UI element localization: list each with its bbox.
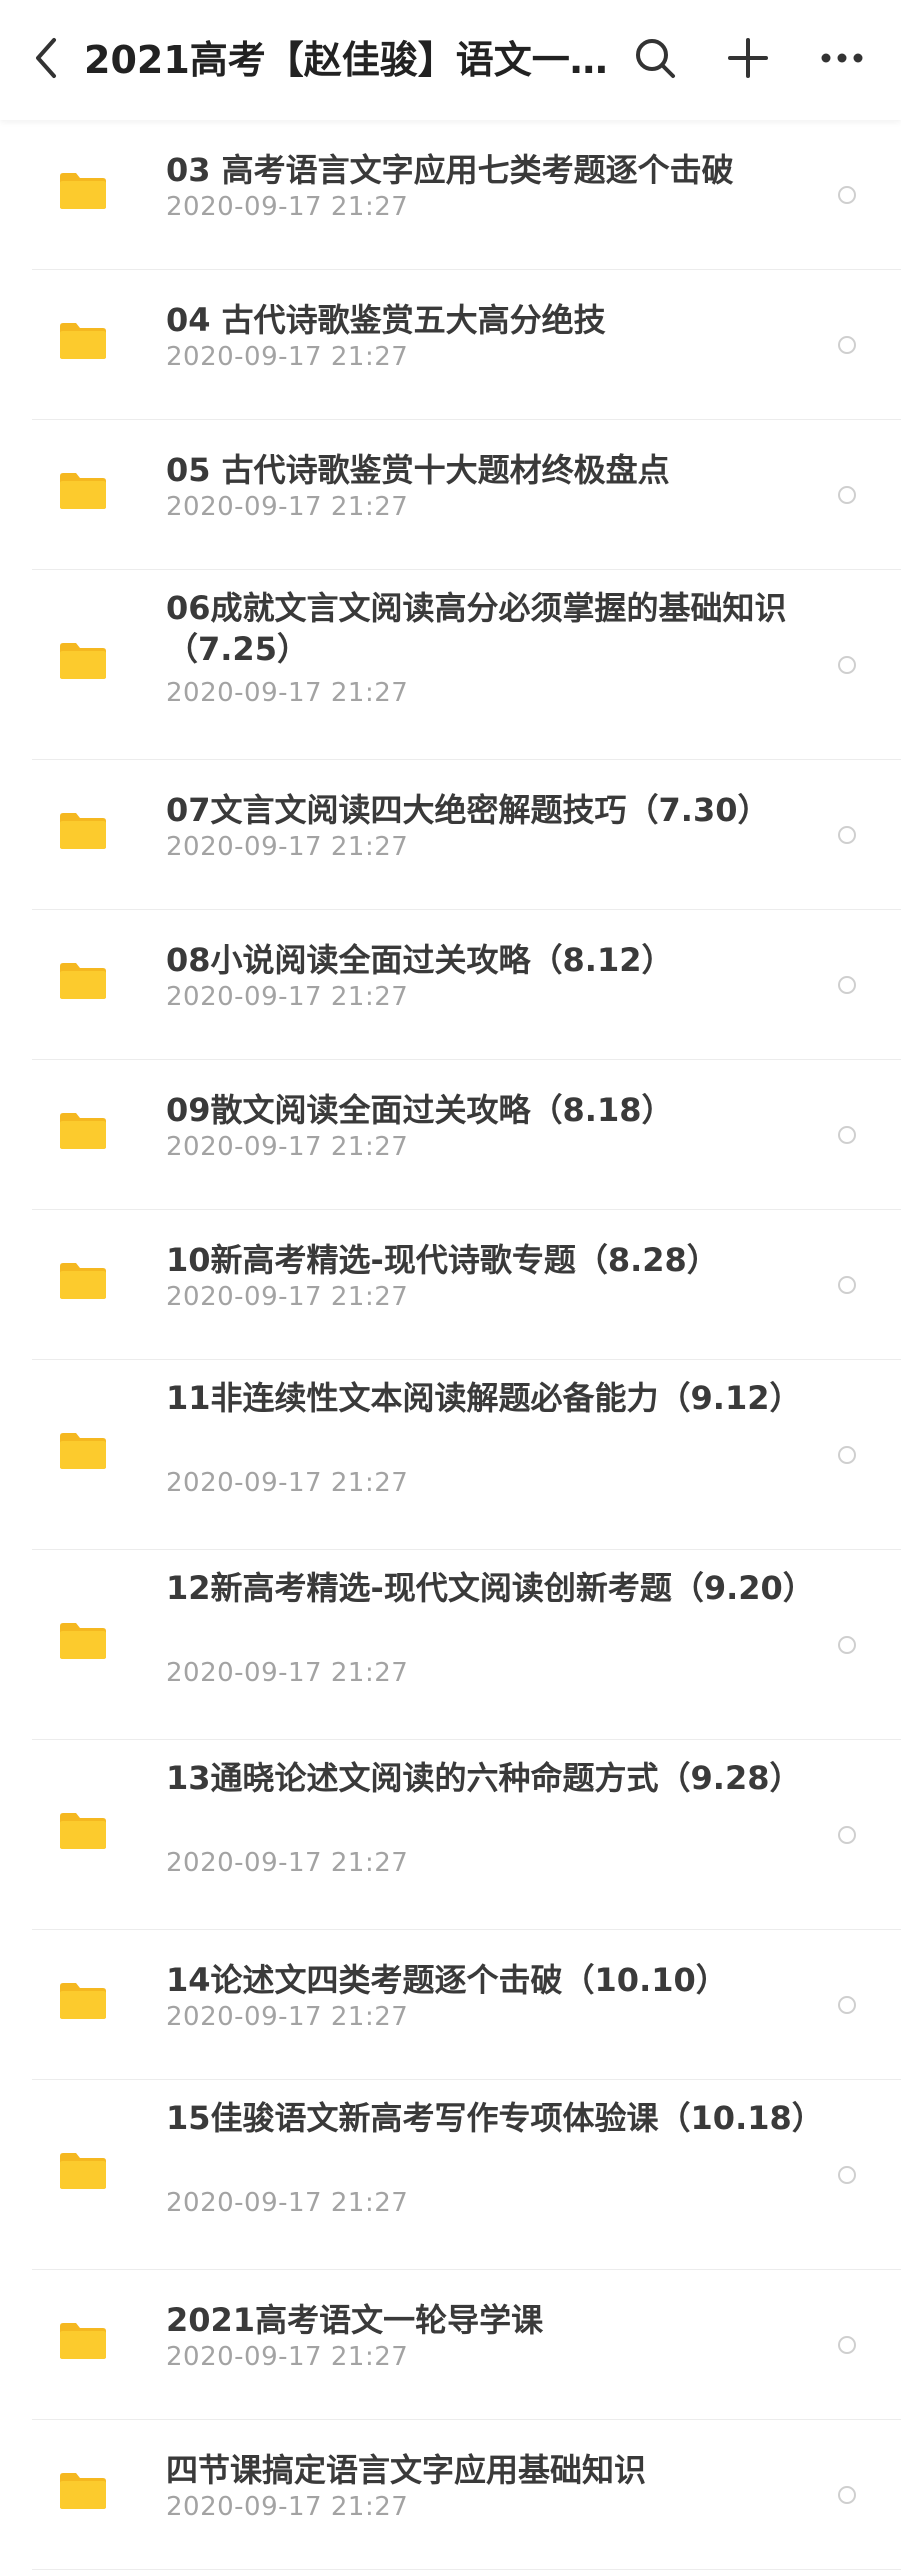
select-radio[interactable] — [838, 336, 856, 354]
folder-icon — [60, 1623, 106, 1659]
select-radio[interactable] — [838, 2166, 856, 2184]
folder-icon — [60, 2153, 106, 2189]
file-date: 2020-09-17 21:27 — [166, 192, 409, 222]
search-button[interactable] — [625, 28, 685, 88]
select-radio[interactable] — [838, 1126, 856, 1144]
file-date: 2020-09-17 21:27 — [166, 2342, 409, 2372]
file-date: 2020-09-17 21:27 — [166, 1282, 409, 1312]
file-date: 2020-09-17 21:27 — [166, 1658, 409, 1688]
folder-icon — [60, 1433, 106, 1469]
file-date: 2020-09-17 21:27 — [166, 982, 409, 1012]
select-radio[interactable] — [838, 1996, 856, 2014]
file-name: 09散文阅读全面过关攻略（8.18） — [166, 1091, 674, 1129]
folder-icon — [60, 173, 106, 209]
search-icon — [636, 39, 675, 78]
select-radio[interactable] — [838, 1636, 856, 1654]
file-list: 03 高考语言文字应用七类考题逐个击破 2020-09-17 21:27 04 古代… — [0, 120, 901, 2570]
add-button[interactable] — [718, 28, 778, 88]
file-date: 2020-09-17 21:27 — [166, 1848, 409, 1878]
file-date: 2020-09-17 21:27 — [166, 2188, 409, 2218]
back-button[interactable] — [26, 30, 66, 86]
file-date: 2020-09-17 21:27 — [166, 2002, 409, 2032]
file-name: 05 古代诗歌鉴赏十大题材终极盘点 — [166, 451, 670, 489]
file-name: 13通晓论述文阅读的六种命题方式（9.28） — [166, 1759, 802, 1797]
page-title: 2021高考【赵佳骏】语文一轮复习 — [84, 38, 624, 82]
file-date: 2020-09-17 21:27 — [166, 342, 409, 372]
folder-icon — [60, 1813, 106, 1849]
file-date: 2020-09-17 21:27 — [166, 678, 409, 708]
select-radio[interactable] — [838, 976, 856, 994]
list-item[interactable]: 15佳骏语文新高考写作专项体验课（10.18） 2020-09-17 21:27 — [0, 2080, 901, 2270]
list-item[interactable]: 2021高考语文一轮导学课 2020-09-17 21:27 — [0, 2270, 901, 2420]
file-name: 04 古代诗歌鉴赏五大高分绝技 — [166, 301, 606, 339]
list-item[interactable]: 11非连续性文本阅读解题必备能力（9.12） 2020-09-17 21:27 — [0, 1360, 901, 1550]
folder-icon — [60, 323, 106, 359]
file-name: 06成就文言文阅读高分必须掌握的基础知识（7.25） — [166, 589, 787, 668]
file-name: 08小说阅读全面过关攻略（8.12） — [166, 941, 674, 979]
top-bar: 2021高考【赵佳骏】语文一轮复习 — [0, 0, 901, 120]
select-radio[interactable] — [838, 186, 856, 204]
folder-icon — [60, 643, 106, 679]
list-item[interactable]: 14论述文四类考题逐个击破（10.10） 2020-09-17 21:27 — [0, 1930, 901, 2080]
file-date: 2020-09-17 21:27 — [166, 1468, 409, 1498]
file-name: 10新高考精选-现代诗歌专题（8.28） — [166, 1241, 719, 1279]
list-item[interactable]: 07文言文阅读四大绝密解题技巧（7.30） 2020-09-17 21:27 — [0, 760, 901, 910]
folder-icon — [60, 2323, 106, 2359]
select-radio[interactable] — [838, 2486, 856, 2504]
select-radio[interactable] — [838, 486, 856, 504]
folder-icon — [60, 963, 106, 999]
select-radio[interactable] — [838, 2336, 856, 2354]
file-name: 07文言文阅读四大绝密解题技巧（7.30） — [166, 791, 770, 829]
list-item[interactable]: 06成就文言文阅读高分必须掌握的基础知识（7.25） 2020-09-17 21:… — [0, 570, 901, 760]
more-horizontal-icon — [821, 53, 863, 63]
select-radio[interactable] — [838, 826, 856, 844]
select-radio[interactable] — [838, 656, 856, 674]
file-date: 2020-09-17 21:27 — [166, 832, 409, 862]
list-item[interactable]: 08小说阅读全面过关攻略（8.12） 2020-09-17 21:27 — [0, 910, 901, 1060]
file-name: 11非连续性文本阅读解题必备能力（9.12） — [166, 1379, 802, 1417]
list-item[interactable]: 04 古代诗歌鉴赏五大高分绝技 2020-09-17 21:27 — [0, 270, 901, 420]
file-date: 2020-09-17 21:27 — [166, 2492, 409, 2522]
select-radio[interactable] — [838, 1826, 856, 1844]
file-name: 15佳骏语文新高考写作专项体验课（10.18） — [166, 2099, 824, 2137]
list-item[interactable]: 13通晓论述文阅读的六种命题方式（9.28） 2020-09-17 21:27 — [0, 1740, 901, 1930]
file-date: 2020-09-17 21:27 — [166, 1132, 409, 1162]
folder-icon — [60, 2473, 106, 2509]
select-radio[interactable] — [838, 1276, 856, 1294]
select-radio[interactable] — [838, 1446, 856, 1464]
file-name: 14论述文四类考题逐个击破（10.10） — [166, 1961, 728, 1999]
file-name: 12新高考精选-现代文阅读创新考题（9.20） — [166, 1569, 815, 1607]
list-item[interactable]: 05 古代诗歌鉴赏十大题材终极盘点 2020-09-17 21:27 — [0, 420, 901, 570]
file-name: 2021高考语文一轮导学课 — [166, 2301, 544, 2339]
folder-icon — [60, 473, 106, 509]
file-name: 四节课搞定语言文字应用基础知识 — [166, 2451, 647, 2489]
file-date: 2020-09-17 21:27 — [166, 492, 409, 522]
list-item[interactable]: 09散文阅读全面过关攻略（8.18） 2020-09-17 21:27 — [0, 1060, 901, 1210]
folder-icon — [60, 1263, 106, 1299]
file-name: 03 高考语言文字应用七类考题逐个击破 — [166, 151, 734, 189]
list-item[interactable]: 03 高考语言文字应用七类考题逐个击破 2020-09-17 21:27 — [0, 120, 901, 270]
more-button[interactable] — [812, 28, 872, 88]
chevron-left-icon — [36, 38, 56, 78]
folder-icon — [60, 1983, 106, 2019]
list-item[interactable]: 四节课搞定语言文字应用基础知识 2020-09-17 21:27 — [0, 2420, 901, 2570]
folder-icon — [60, 813, 106, 849]
list-item[interactable]: 12新高考精选-现代文阅读创新考题（9.20） 2020-09-17 21:27 — [0, 1550, 901, 1740]
folder-icon — [60, 1113, 106, 1149]
list-item[interactable]: 10新高考精选-现代诗歌专题（8.28） 2020-09-17 21:27 — [0, 1210, 901, 1360]
plus-icon — [728, 38, 768, 78]
